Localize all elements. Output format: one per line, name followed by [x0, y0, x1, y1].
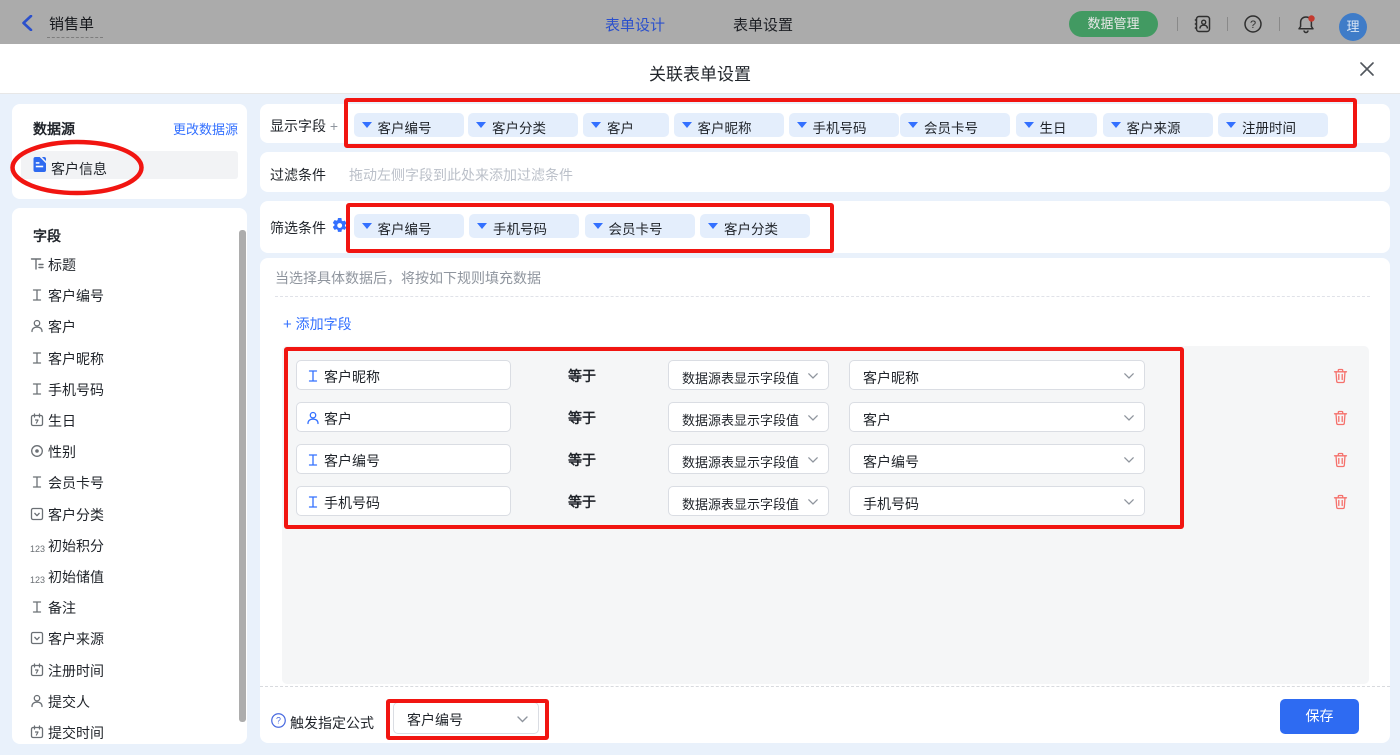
svg-text:?: ?: [1250, 19, 1256, 31]
svg-text:?: ?: [276, 716, 281, 726]
